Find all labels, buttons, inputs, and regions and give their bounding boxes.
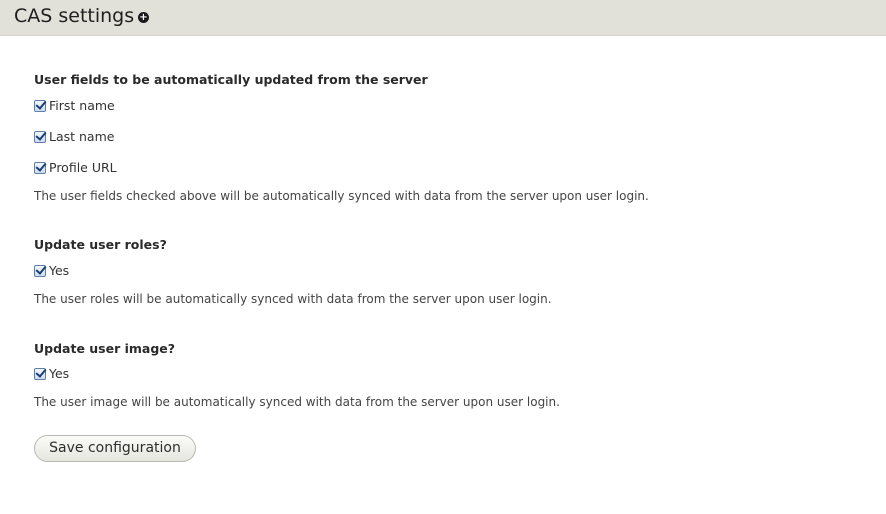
profile-url-label[interactable]: Profile URL — [49, 160, 117, 176]
update-image-checkbox[interactable] — [34, 368, 46, 380]
last-name-option[interactable]: Last name — [34, 129, 114, 145]
plus-circle-icon[interactable]: + — [138, 12, 149, 23]
update-image-option[interactable]: Yes — [34, 366, 69, 382]
profile-url-checkbox[interactable] — [34, 162, 46, 174]
profile-url-option[interactable]: Profile URL — [34, 160, 117, 176]
user-image-heading: Update user image? — [34, 341, 176, 356]
user-image-description: The user image will be automatically syn… — [34, 395, 560, 409]
first-name-label[interactable]: First name — [49, 98, 115, 114]
user-fields-heading: User fields to be automatically updated … — [34, 72, 428, 87]
update-roles-option[interactable]: Yes — [34, 263, 69, 279]
last-name-checkbox[interactable] — [34, 131, 46, 143]
page-title: CAS settings — [14, 5, 135, 27]
update-image-label[interactable]: Yes — [49, 366, 69, 382]
user-roles-heading: Update user roles? — [34, 237, 167, 252]
save-configuration-button[interactable]: Save configuration — [34, 435, 196, 462]
update-roles-label[interactable]: Yes — [49, 263, 69, 279]
user-roles-description: The user roles will be automatically syn… — [34, 292, 552, 306]
settings-header: CAS settings + — [0, 0, 886, 36]
first-name-option[interactable]: First name — [34, 98, 115, 114]
update-roles-checkbox[interactable] — [34, 265, 46, 277]
user-fields-description: The user fields checked above will be au… — [34, 189, 649, 203]
last-name-label[interactable]: Last name — [49, 129, 114, 145]
first-name-checkbox[interactable] — [34, 100, 46, 112]
